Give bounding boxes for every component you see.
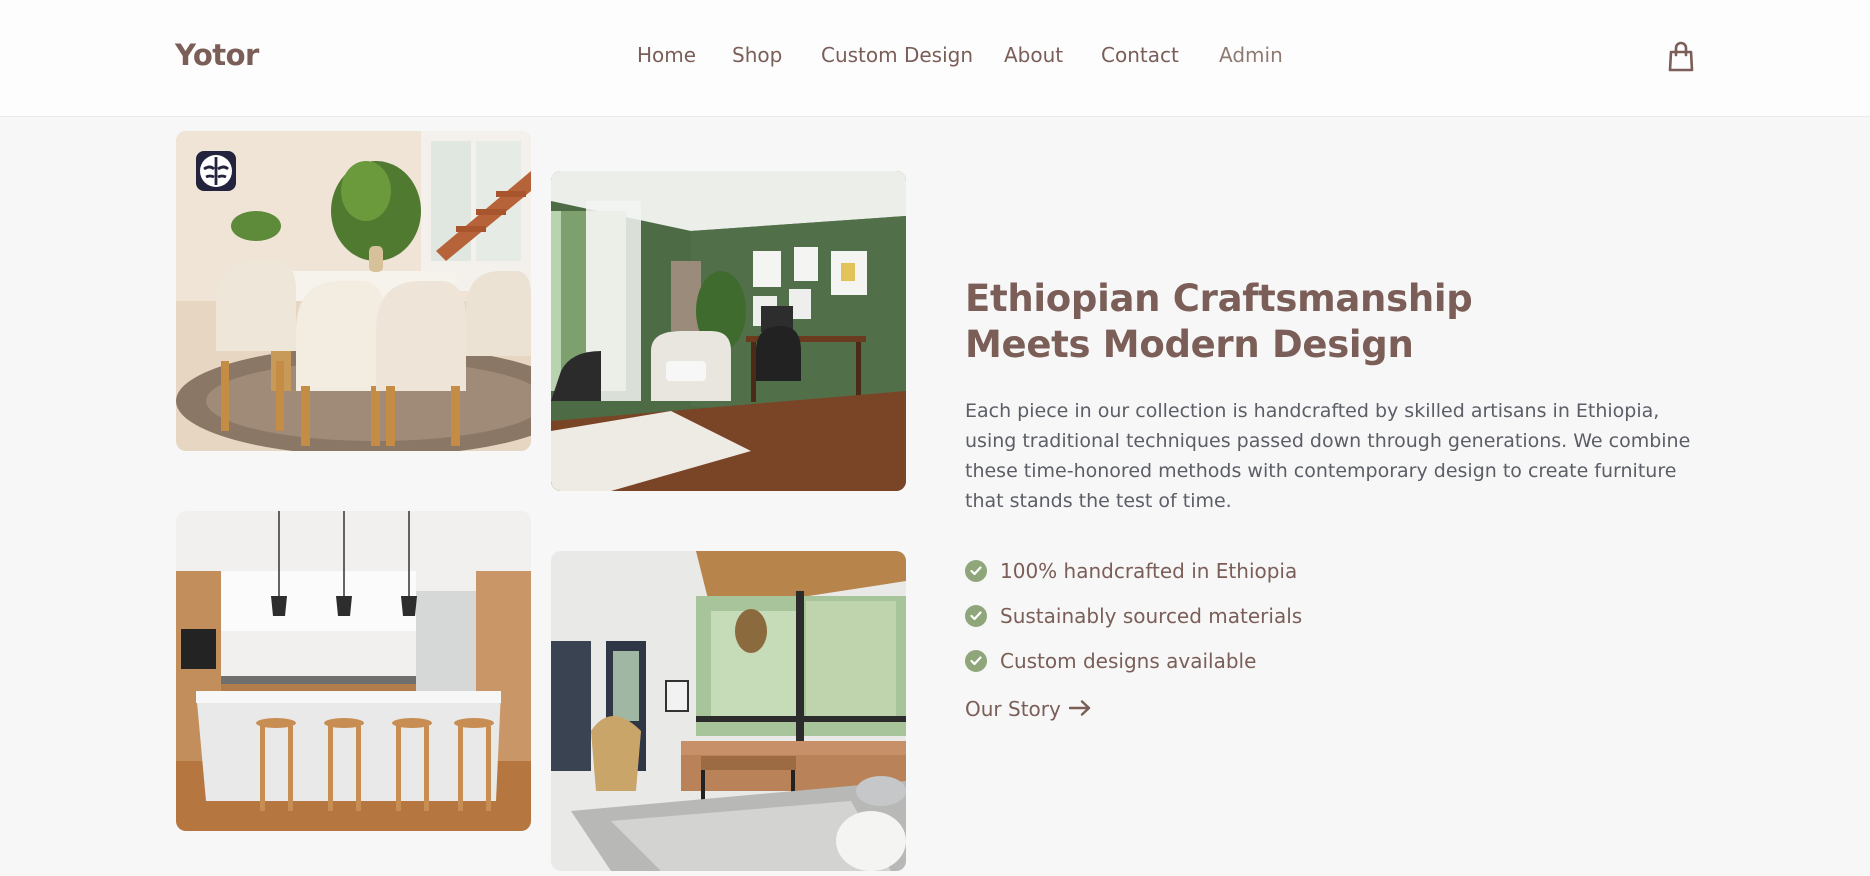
- page-title: Ethiopian Craftsmanship Meets Modern Des…: [965, 276, 1525, 368]
- feature-item: Custom designs available: [965, 638, 1302, 683]
- title-line-1: Ethiopian Craftsmanship: [965, 277, 1473, 320]
- feature-text: Custom designs available: [1000, 648, 1257, 673]
- title-line-2: Meets Modern Design: [965, 323, 1414, 366]
- brain-icon[interactable]: [196, 151, 236, 191]
- main-nav: Home Shop Custom Design About Contact Ad…: [0, 43, 1870, 69]
- feature-item: Sustainably sourced materials: [965, 593, 1302, 638]
- nav-admin[interactable]: Admin: [1219, 43, 1283, 67]
- nav-shop[interactable]: Shop: [732, 43, 782, 67]
- living-room-photo: [551, 551, 906, 871]
- nav-contact[interactable]: Contact: [1101, 43, 1179, 67]
- nav-custom-design[interactable]: Custom Design: [821, 43, 973, 67]
- shopping-bag-icon[interactable]: [1666, 41, 1696, 73]
- nav-home[interactable]: Home: [637, 43, 696, 67]
- arrow-right-icon: [1068, 697, 1091, 721]
- feature-item: 100% handcrafted in Ethiopia: [965, 548, 1302, 593]
- feature-list: 100% handcrafted in Ethiopia Sustainably…: [965, 548, 1302, 683]
- green-office-photo: [551, 171, 906, 491]
- feature-text: Sustainably sourced materials: [1000, 603, 1303, 628]
- our-story-link[interactable]: Our Story: [965, 697, 1091, 721]
- description-text: Each piece in our collection is handcraf…: [965, 400, 1691, 512]
- check-circle-icon: [965, 649, 987, 672]
- our-story-label: Our Story: [965, 697, 1061, 721]
- feature-text: 100% handcrafted in Ethiopia: [1000, 558, 1298, 583]
- site-header: Yotor Home Shop Custom Design About Cont…: [0, 0, 1870, 117]
- check-circle-icon: [965, 559, 987, 582]
- check-circle-icon: [965, 604, 987, 627]
- kitchen-island-photo: [176, 511, 531, 831]
- nav-about[interactable]: About: [1004, 43, 1063, 67]
- dining-room-photo: [176, 131, 531, 451]
